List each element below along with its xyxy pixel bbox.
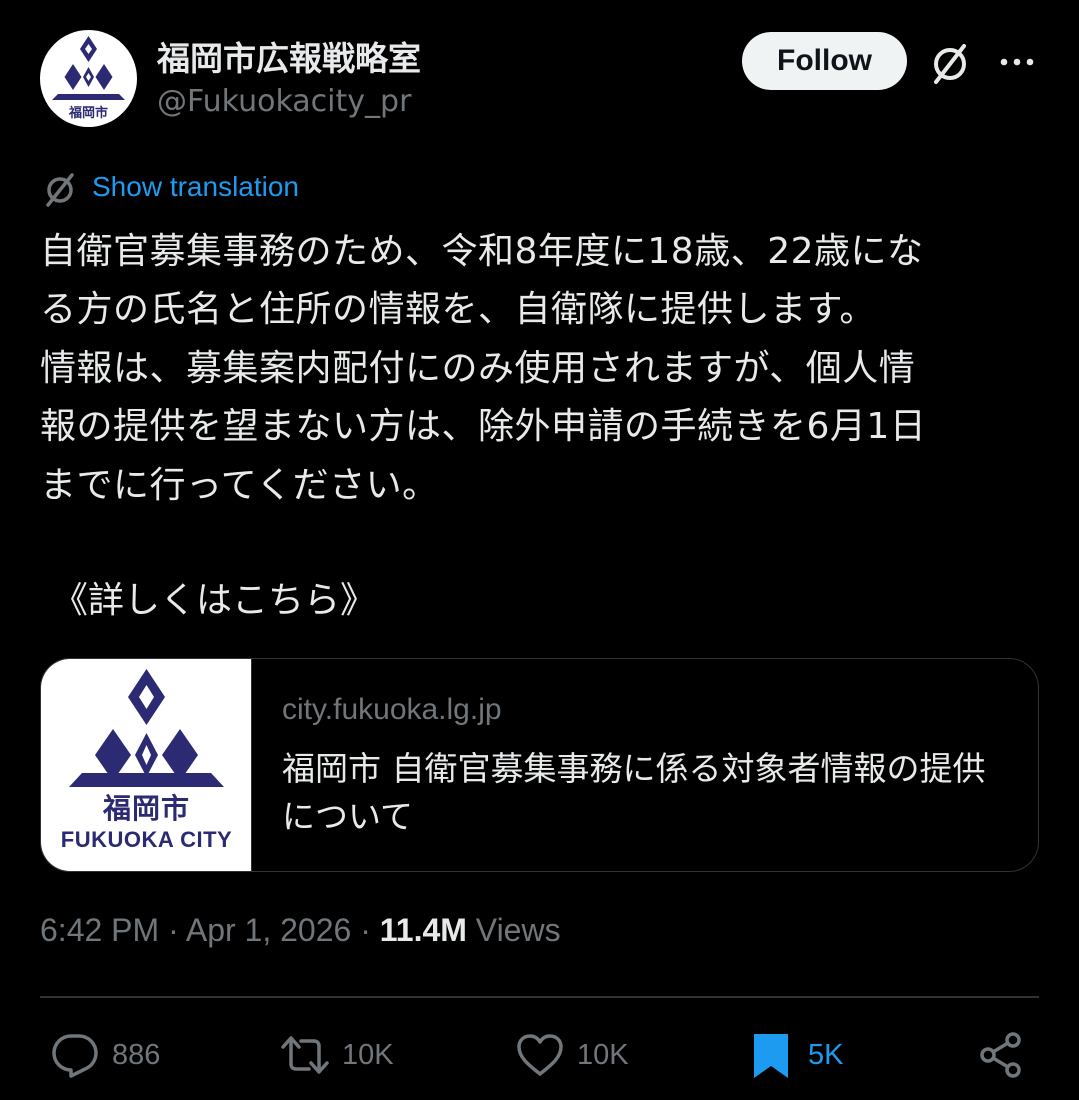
avatar-text: 福岡市 <box>68 105 108 121</box>
tweet-text-line: 情報は、募集案内配付にのみ使用されますが、個人情 <box>40 347 916 389</box>
divider <box>40 996 1039 998</box>
link-card-title: 福岡市 自衛官募集事務に係る対象者情報の提供について <box>282 749 986 836</box>
bookmark-count: 5K <box>808 1038 844 1071</box>
meta-separator: · <box>168 912 179 948</box>
bookmark-icon <box>754 1034 788 1078</box>
translate-icon <box>46 173 74 207</box>
link-card-domain: city.fukuoka.lg.jp <box>282 693 502 726</box>
repost-button[interactable]: 10K <box>280 1030 394 1080</box>
share-icon <box>980 1032 1021 1078</box>
link-card-thumbnail: 福岡市 FUKUOKA CITY <box>41 659 252 871</box>
show-translation-link[interactable]: Show translation <box>92 171 299 203</box>
tweet-time[interactable]: 6:42 PM <box>40 912 159 948</box>
tweet-text-line: までに行ってください。 <box>40 464 439 506</box>
tweet-text-line: 報の提供を望まない方は、除外申請の手続きを6月1日 <box>40 406 927 448</box>
like-icon <box>517 1034 563 1076</box>
grok-icon[interactable] <box>926 40 974 88</box>
tweet-text-line: る方の氏名と住所の情報を、自衛隊に提供します。 <box>40 289 876 331</box>
reply-count: 886 <box>112 1038 161 1071</box>
like-count: 10K <box>577 1038 629 1071</box>
tweet-text-line: 自衛官募集事務のため、令和8年度に18歳、22歳にな <box>40 231 924 272</box>
reply-icon <box>52 1034 98 1078</box>
views-label: Views <box>475 912 561 948</box>
avatar[interactable]: 福岡市 <box>40 30 137 127</box>
repost-count: 10K <box>342 1038 394 1071</box>
share-button[interactable] <box>976 1030 1026 1080</box>
tweet: 福岡市 福岡市広報戦略室 @Fukuokacity_pr Follow Show… <box>0 0 1079 1100</box>
meta-separator: · <box>360 912 371 948</box>
views-count[interactable]: 11.4M <box>380 912 467 948</box>
like-button[interactable]: 10K <box>515 1030 629 1080</box>
link-card-logo-english: FUKUOKA CITY <box>60 827 233 852</box>
tweet-date[interactable]: Apr 1, 2026 <box>186 912 351 948</box>
link-card[interactable]: 福岡市 FUKUOKA CITY city.fukuoka.lg.jp 福岡市 … <box>40 658 1039 872</box>
tweet-meta: 6:42 PM · Apr 1, 2026 · 11.4M Views <box>40 912 561 949</box>
link-card-logo-kanji: 福岡市 <box>102 792 190 825</box>
reply-button[interactable]: 886 <box>50 1030 160 1080</box>
tweet-text: 自衛官募集事務のため、令和8年度に18歳、22歳にな る方の氏名と住所の情報を、… <box>40 223 1040 515</box>
handle[interactable]: @Fukuokacity_pr <box>157 84 411 119</box>
fukuoka-city-logo-icon <box>69 669 224 787</box>
more-icon[interactable] <box>995 40 1039 84</box>
fukuoka-logo-icon: 福岡市 <box>52 36 125 121</box>
bookmark-button[interactable]: 5K <box>746 1030 843 1080</box>
display-name[interactable]: 福岡市広報戦略室 <box>157 32 421 80</box>
repost-icon <box>281 1036 329 1074</box>
details-text: 《詳しくはこちら》 <box>52 580 377 621</box>
follow-button[interactable]: Follow <box>742 32 907 90</box>
